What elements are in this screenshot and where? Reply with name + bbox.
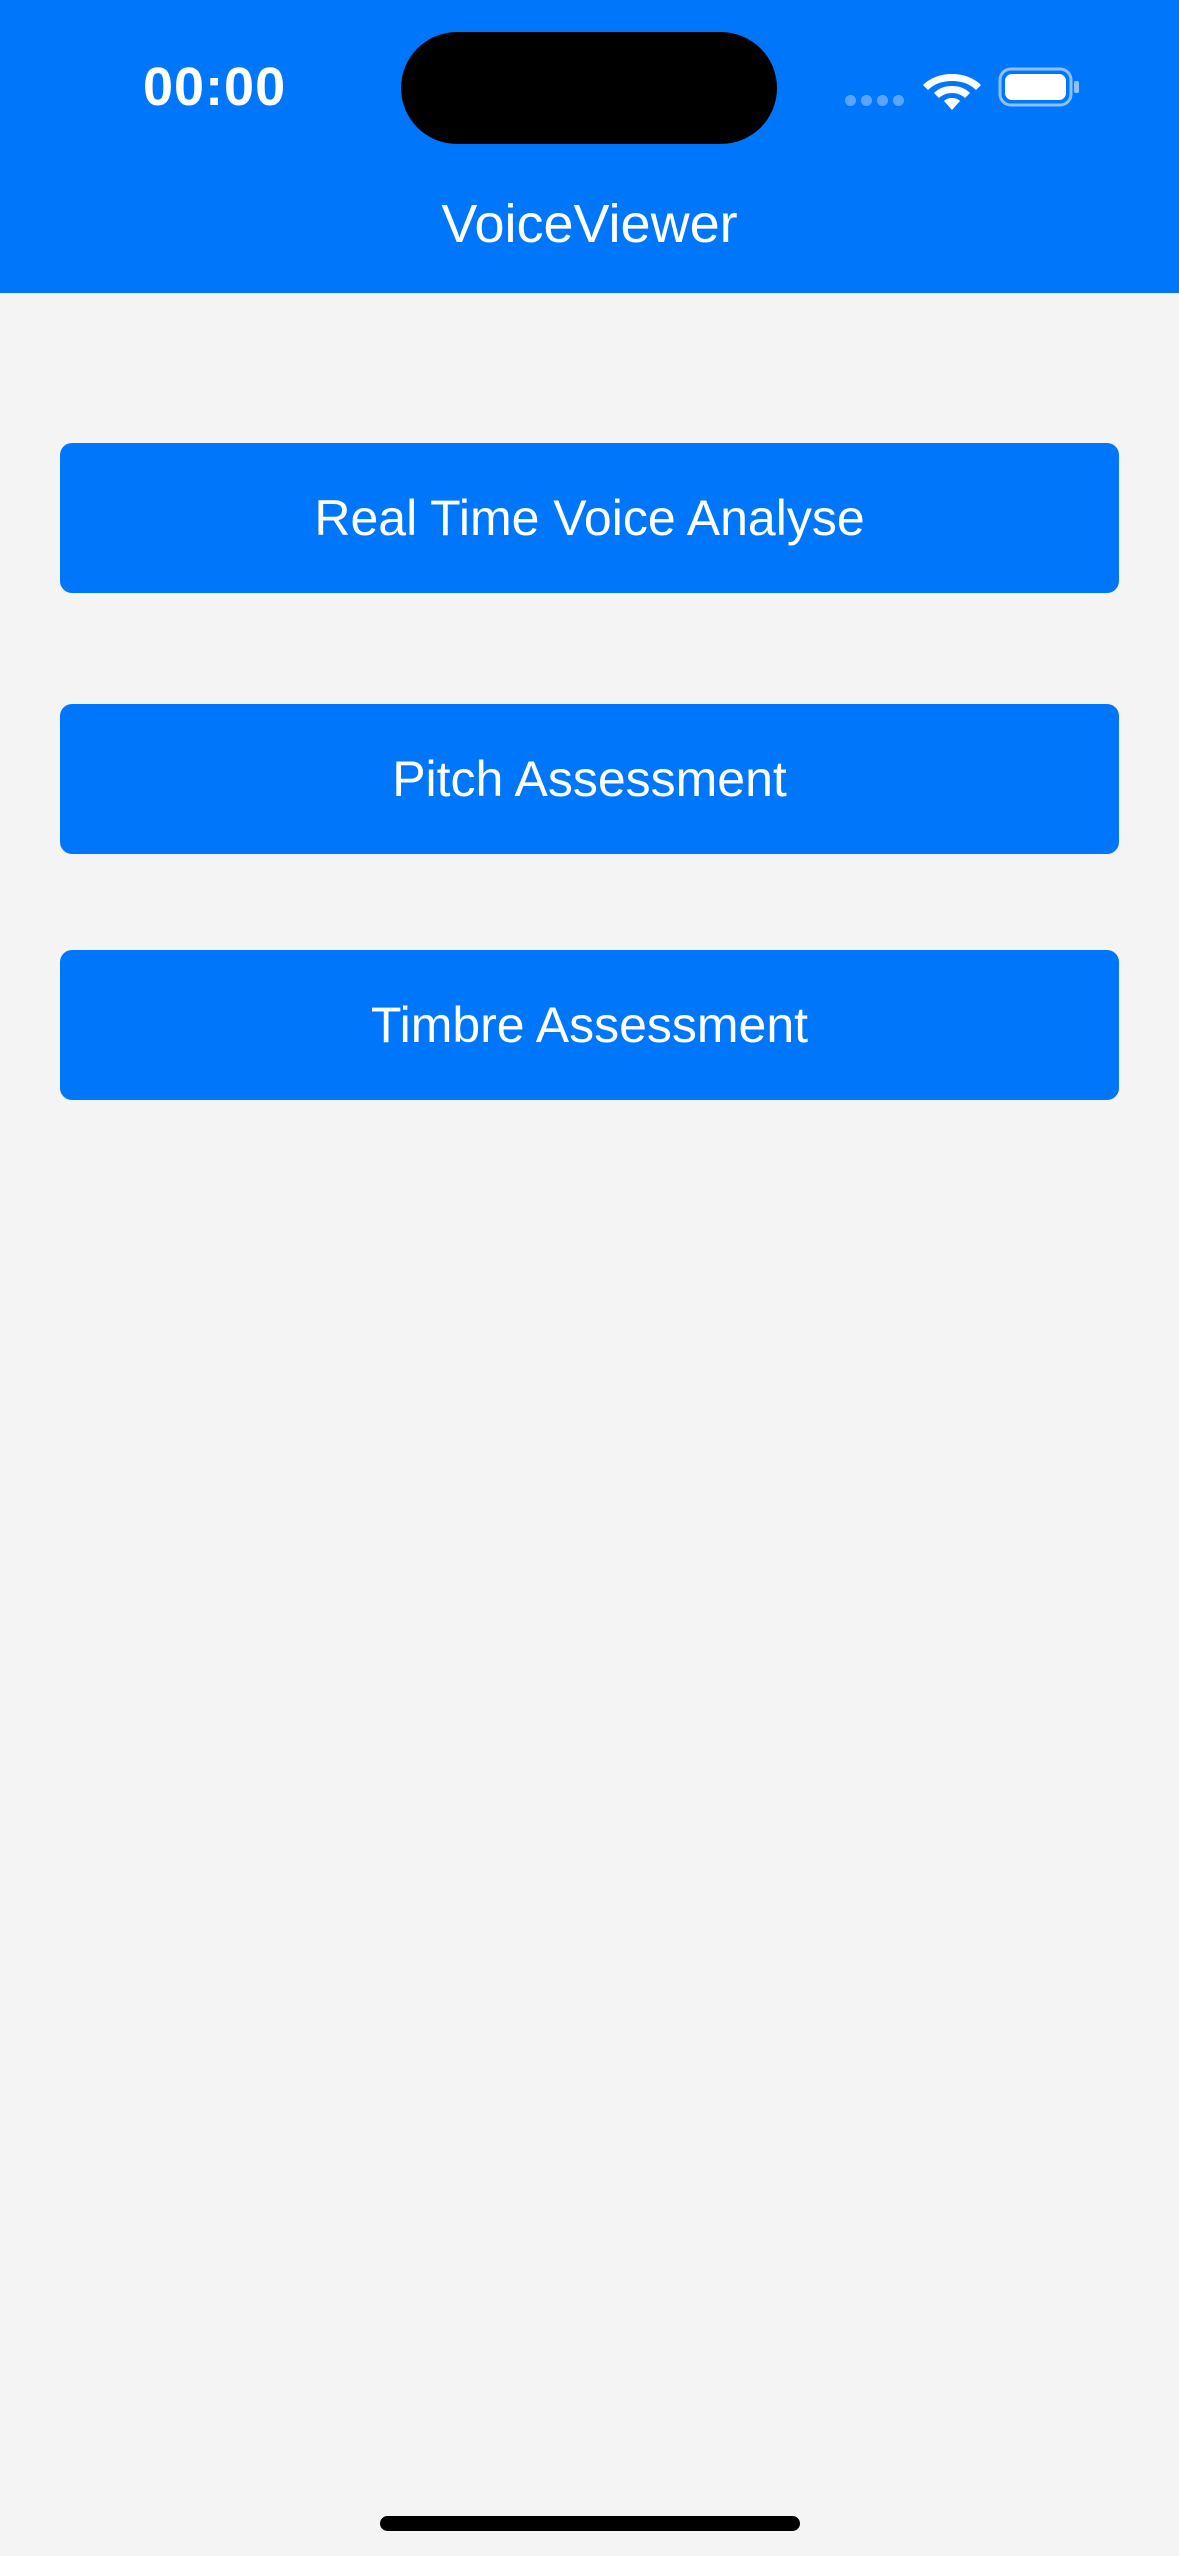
signal-dots-icon: [845, 95, 905, 107]
navigation-header: 00:00 VoiceViewer: [0, 0, 1179, 293]
page-title: VoiceViewer: [441, 194, 738, 254]
pitch-assessment-button[interactable]: Pitch Assessment: [60, 704, 1119, 854]
dynamic-island: [401, 32, 777, 144]
real-time-voice-analyse-button[interactable]: Real Time Voice Analyse: [60, 443, 1119, 593]
battery-icon: [998, 67, 1079, 107]
timbre-assessment-button[interactable]: Timbre Assessment: [60, 950, 1119, 1100]
wifi-icon: [923, 74, 981, 110]
home-indicator[interactable]: [380, 2516, 800, 2531]
status-bar-time: 00:00: [143, 57, 287, 117]
